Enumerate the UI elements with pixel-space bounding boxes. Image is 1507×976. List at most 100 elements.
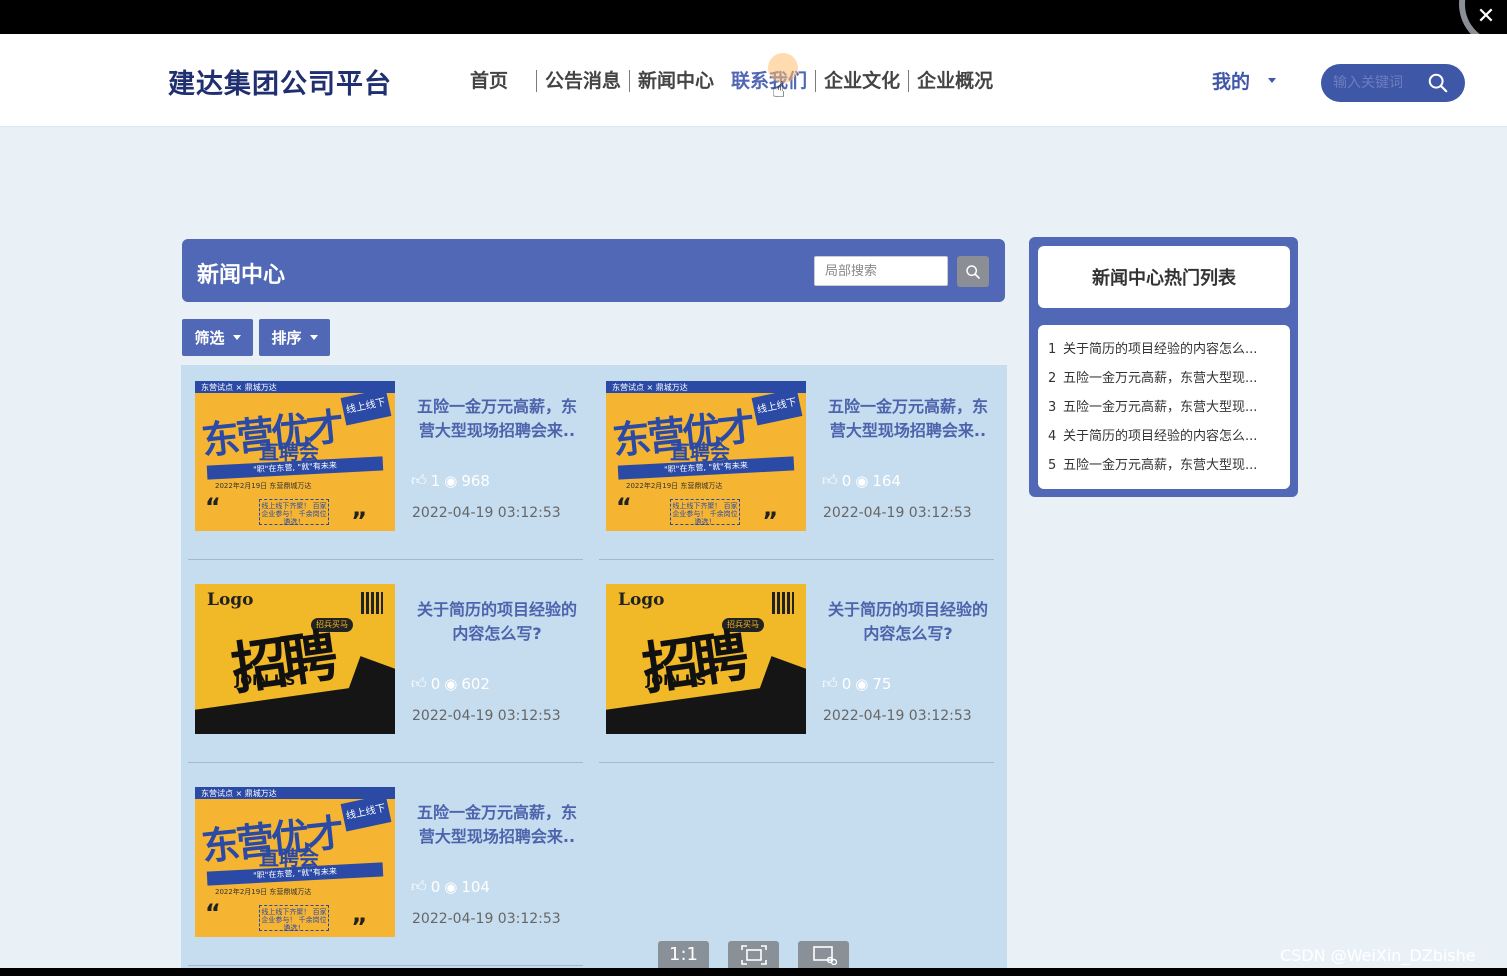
news-title[interactable]: 关于简历的项目经验的内容怎么写?	[824, 598, 992, 646]
quote-icon: ”	[351, 507, 367, 531]
recruit-poster: Logo 招兵买马 招聘 JOIN US	[195, 584, 395, 734]
thumbs-up-icon[interactable]: 👍︎	[822, 471, 838, 490]
filter-button[interactable]: 筛选	[182, 319, 253, 356]
nav-home[interactable]: 首页	[462, 68, 516, 94]
news-card[interactable]: 东营试点 × 鼎城万达 东营优才 直聘会 线上线下 "职"在东营, "就"有未来 2022…	[599, 365, 994, 560]
quote-icon: “	[205, 899, 221, 927]
poster-tag: 线上线下	[340, 794, 392, 832]
actual-size-button[interactable]: 1:1	[658, 941, 709, 968]
mine-label: 我的	[1212, 71, 1251, 93]
news-stats: 👍︎ 1 ◉ 968	[411, 471, 490, 490]
poster-box: 线上线下齐聚！ 百家企业参与！ 千余岗位遴选！	[259, 499, 329, 526]
hot-list-item[interactable]: 5 五险一金万元高薪，东营大型现...	[1048, 451, 1280, 480]
poster-band: 东营试点 × 鼎城万达	[195, 381, 395, 393]
news-thumbnail[interactable]: 东营试点 × 鼎城万达 东营优才 直聘会 线上线下 "职"在东营, "就"有未来 2022…	[195, 787, 395, 937]
filter-label: 筛选	[194, 329, 225, 347]
hot-list-rank: 4	[1048, 429, 1057, 444]
thumbs-up-icon[interactable]: 👍︎	[411, 877, 427, 896]
screenshot-button[interactable]	[798, 941, 849, 968]
news-thumbnail[interactable]: 东营试点 × 鼎城万达 东营优才 直聘会 线上线下 "职"在东营, "就"有未来 2022…	[606, 381, 806, 531]
brand-title[interactable]: 建达集团公司平台	[168, 62, 392, 101]
news-title[interactable]: 关于简历的项目经验的内容怎么写?	[413, 598, 581, 646]
caret-down-icon	[232, 335, 241, 340]
hot-list-item[interactable]: 4 关于简历的项目经验的内容怎么...	[1048, 422, 1280, 451]
hot-list-item[interactable]: 3 五险一金万元高薪，东营大型现...	[1048, 393, 1280, 422]
hot-list-sidebar: 新闻中心热门列表 1 关于简历的项目经验的内容怎么... 2 五险一金万元高薪，东营…	[1029, 237, 1298, 497]
mine-dropdown[interactable]: 我的	[1212, 67, 1277, 94]
quote-icon: “	[205, 493, 221, 521]
main-nav: 首页 公告消息 新闻中心 联系我们 企业文化 企业概况	[462, 68, 1001, 94]
poster-box: 线上线下齐聚！ 百家企业参与！ 千余岗位遴选！	[259, 905, 329, 932]
poster-band-text: 东营试点 × 鼎城万达	[201, 789, 277, 798]
news-title[interactable]: 五险一金万元高薪，东营大型现场招聘会来..	[824, 395, 992, 443]
caret-down-icon	[309, 335, 318, 340]
fit-screen-button[interactable]	[728, 941, 779, 968]
poster-brush-text: 招聘	[227, 624, 336, 703]
window-top-bar: ✕	[0, 0, 1507, 34]
eye-icon: ◉	[855, 471, 869, 490]
poster-band: 东营试点 × 鼎城万达	[606, 381, 806, 393]
hot-list-rank: 1	[1048, 342, 1057, 357]
news-title[interactable]: 五险一金万元高薪，东营大型现场招聘会来..	[413, 395, 581, 443]
job-fair-poster: 东营试点 × 鼎城万达 东营优才 直聘会 线上线下 "职"在东营, "就"有未来 2022…	[195, 787, 395, 937]
news-title[interactable]: 五险一金万元高薪，东营大型现场招聘会来..	[413, 801, 581, 849]
news-date: 2022-04-19 03:12:53	[823, 505, 972, 521]
hot-list-item[interactable]: 2 五险一金万元高薪，东营大型现...	[1048, 364, 1280, 393]
global-search-input[interactable]	[1333, 75, 1423, 91]
like-count: 0	[841, 471, 852, 490]
news-card[interactable]: Logo 招兵买马 招聘 JOIN US 关于简历的项目经验的内容怎么写? 👍︎ 0 ◉…	[188, 568, 583, 763]
fit-screen-icon	[740, 944, 767, 965]
eye-icon: ◉	[444, 877, 458, 896]
poster-info: 2022年2月19日 东营鼎城万达	[215, 888, 312, 896]
nav-announcements[interactable]: 公告消息	[537, 68, 629, 94]
poster-join: JOIN US	[646, 673, 707, 689]
local-search-button[interactable]	[957, 256, 989, 287]
hot-list-item[interactable]: 1 关于简历的项目经验的内容怎么...	[1048, 335, 1280, 364]
hot-list-title: 新闻中心热门列表	[1038, 246, 1290, 308]
news-card[interactable]: Logo 招兵买马 招聘 JOIN US 关于简历的项目经验的内容怎么写? 👍︎ 0 ◉…	[599, 568, 994, 763]
poster-info: 2022年2月19日 东营鼎城万达	[215, 482, 312, 490]
nav-culture[interactable]: 企业文化	[816, 68, 908, 94]
job-fair-poster: 东营试点 × 鼎城万达 东营优才 直聘会 线上线下 "职"在东营, "就"有未来 2022…	[195, 381, 395, 531]
poster-band-text: 东营试点 × 鼎城万达	[201, 383, 277, 392]
hot-list-rank: 2	[1048, 371, 1057, 386]
watermark: CSDN @WeiXin_DZbishe	[1280, 946, 1476, 965]
hot-list-text: 五险一金万元高薪，东营大型现...	[1063, 400, 1258, 415]
news-thumbnail[interactable]: 东营试点 × 鼎城万达 东营优才 直聘会 线上线下 "职"在东营, "就"有未来 2022…	[195, 381, 395, 531]
screenshot-icon	[812, 945, 837, 965]
hot-list-text: 关于简历的项目经验的内容怎么...	[1063, 342, 1258, 357]
divider	[188, 965, 583, 966]
window-bottom-bar	[0, 968, 1507, 976]
poster-brush-text: 招聘	[638, 624, 747, 703]
recruit-poster: Logo 招兵买马 招聘 JOIN US	[606, 584, 806, 734]
poster-logo: Logo	[207, 590, 254, 610]
news-list: 东营试点 × 鼎城万达 东营优才 直聘会 线上线下 "职"在东营, "就"有未来 2022…	[181, 365, 1007, 976]
quote-icon: ”	[762, 507, 778, 531]
view-count: 602	[461, 674, 490, 693]
global-search	[1321, 64, 1465, 102]
nav-news-center[interactable]: 新闻中心	[630, 68, 722, 94]
search-icon[interactable]	[1427, 72, 1449, 94]
site-header: 建达集团公司平台 首页 公告消息 新闻中心 联系我们 企业文化 企业概况 我的	[0, 34, 1507, 127]
divider	[599, 559, 994, 560]
poster-tag: 线上线下	[340, 388, 392, 426]
thumbs-up-icon[interactable]: 👍︎	[411, 471, 427, 490]
news-thumbnail[interactable]: Logo 招兵买马 招聘 JOIN US	[195, 584, 395, 734]
local-search-input[interactable]	[814, 256, 948, 286]
poster-join: JOIN US	[235, 673, 296, 689]
news-card[interactable]: 东营试点 × 鼎城万达 东营优才 直聘会 线上线下 "职"在东营, "就"有未来 2022…	[188, 365, 583, 560]
thumbs-up-icon[interactable]: 👍︎	[822, 674, 838, 693]
nav-overview[interactable]: 企业概况	[909, 68, 1001, 94]
news-thumbnail[interactable]: Logo 招兵买马 招聘 JOIN US	[606, 584, 806, 734]
sort-button[interactable]: 排序	[259, 319, 330, 356]
actual-size-icon: 1:1	[669, 944, 698, 965]
like-count: 0	[841, 674, 852, 693]
news-date: 2022-04-19 03:12:53	[412, 505, 561, 521]
eye-icon: ◉	[444, 674, 458, 693]
thumbs-up-icon[interactable]: 👍︎	[411, 674, 427, 693]
news-card[interactable]: 东营试点 × 鼎城万达 东营优才 直聘会 线上线下 "职"在东营, "就"有未来 2022…	[188, 771, 583, 966]
hand-cursor-icon: ☝	[772, 78, 786, 103]
news-date: 2022-04-19 03:12:53	[412, 708, 561, 724]
poster-info: 2022年2月19日 东营鼎城万达	[626, 482, 723, 490]
hot-list-rank: 5	[1048, 458, 1057, 473]
